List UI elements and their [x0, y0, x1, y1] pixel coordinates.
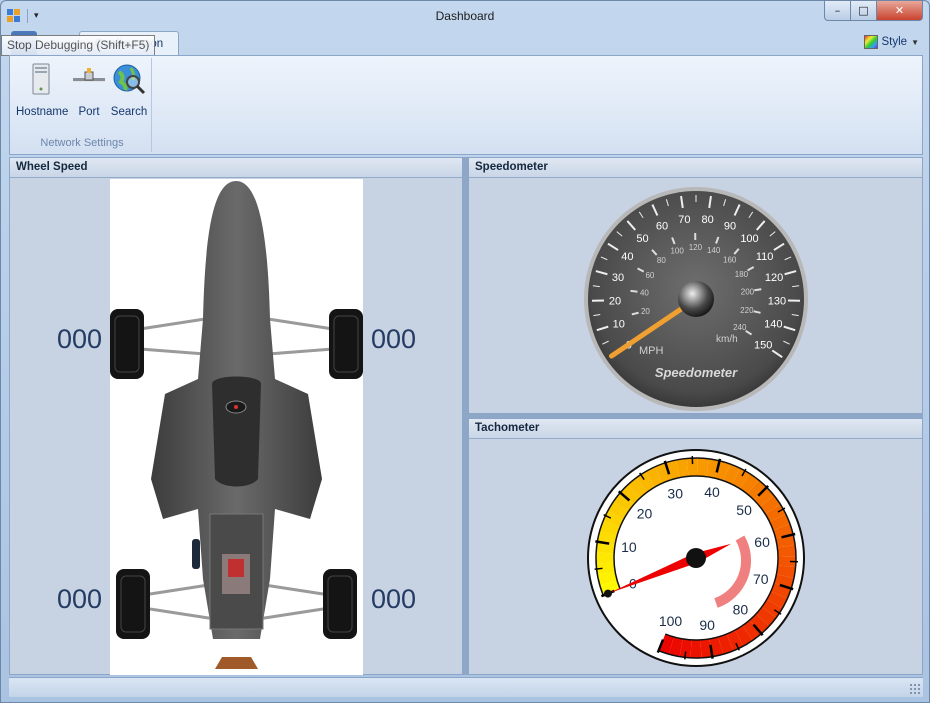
tooltip: Stop Debugging (Shift+F5) [1, 35, 156, 56]
window-controls: – □ ✕ [824, 1, 923, 21]
mph-tick-label: 100 [740, 233, 758, 245]
dashboard-window: ▾ Dashboard – □ ✕ Configuration Stop Deb… [0, 0, 930, 703]
tach-tick-label: 80 [733, 601, 749, 617]
kmh-tick-label: 60 [645, 271, 654, 280]
globe-search-icon [111, 62, 147, 98]
maximize-button[interactable]: □ [851, 1, 877, 21]
front-left-speed: 000 [57, 324, 103, 354]
kmh-tick-label: 220 [740, 306, 754, 315]
search-label: Search [110, 106, 148, 118]
ribbon-tabstrip: Configuration Stop Debugging (Shift+F5) … [1, 31, 923, 56]
kmh-tick-label: 140 [707, 246, 721, 255]
server-icon [23, 62, 59, 98]
tach-tick-label: 30 [667, 485, 683, 501]
needle-tip [603, 589, 612, 598]
kmh-tick-label: 200 [741, 287, 755, 296]
tachometer-hub [686, 548, 706, 568]
resize-grip-icon[interactable] [909, 683, 921, 695]
panel-title: Speedometer [469, 158, 922, 178]
palette-icon [863, 35, 878, 49]
mph-tick-label: 120 [765, 272, 783, 284]
kmh-unit: km/h [716, 334, 738, 345]
speedometer-panel: Speedometer 0102030405060708090100110120… [468, 157, 923, 414]
chevron-down-icon: ▼ [911, 37, 919, 47]
tach-band-segment [596, 552, 615, 564]
rear-right-speed: 000 [371, 584, 417, 614]
window-title: Dashboard [435, 9, 495, 23]
mph-unit: MPH [639, 345, 664, 357]
kmh-tick-label: 160 [723, 255, 737, 264]
mph-tick-label: 30 [612, 272, 624, 284]
kmh-tick-label: 180 [735, 270, 749, 279]
panel-title: Tachometer [469, 419, 922, 439]
tach-band-segment [690, 639, 702, 658]
tach-tick-label: 90 [699, 617, 715, 633]
hostname-label: Hostname [16, 106, 69, 118]
car-image [110, 179, 363, 675]
tach-tick-label: 70 [753, 571, 769, 587]
wheel-speed-panel: Wheel Speed 000 000 000 000 [9, 157, 463, 675]
tach-tick-label: 100 [659, 613, 683, 629]
speedometer-hub [678, 281, 714, 317]
hostname-button[interactable]: Hostname [16, 62, 69, 118]
tach-tick [594, 567, 603, 570]
kmh-tick-label: 100 [670, 247, 684, 256]
mph-tick-label: 50 [636, 233, 648, 245]
group-label: Network Settings [40, 137, 124, 149]
mph-tick-label: 40 [621, 251, 633, 263]
kmh-tick [630, 289, 638, 293]
panel-title: Wheel Speed [10, 158, 462, 178]
kmh-tick-label: 120 [689, 243, 703, 252]
kmh-tick-label: 40 [640, 289, 649, 298]
speedometer-label: Speedometer [655, 365, 738, 380]
status-bar [9, 677, 923, 697]
network-settings-group: Hostname Port Search Network Settings [12, 58, 152, 152]
title-bar: ▾ Dashboard – □ ✕ [1, 1, 929, 31]
mph-tick-label: 80 [702, 214, 714, 226]
kmh-tick-label: 20 [641, 307, 650, 316]
search-button[interactable]: Search [104, 62, 154, 118]
tach-tick [684, 651, 687, 660]
tach-tick-label: 50 [736, 502, 752, 518]
kmh-tick [754, 288, 762, 292]
tachometer-panel: Tachometer 0102030405060708090100 [468, 418, 923, 675]
mph-tick-label: 130 [768, 295, 786, 307]
minimize-button[interactable]: – [824, 1, 851, 21]
tach-tick-label: 20 [637, 506, 653, 522]
close-button[interactable]: ✕ [877, 1, 923, 21]
tach-tick-label: 60 [754, 534, 770, 550]
speedometer-gauge: 0102030405060708090100110120130140150204… [584, 187, 808, 411]
mph-tick-label: 150 [754, 339, 772, 351]
style-button[interactable]: Style ▼ [863, 35, 919, 49]
style-label: Style [881, 36, 908, 48]
tach-tick-label: 40 [704, 484, 720, 500]
tach-tick-label: 10 [621, 539, 637, 555]
mph-tick-label: 60 [656, 220, 668, 232]
front-right-speed: 000 [371, 324, 417, 354]
ribbon-panel: Hostname Port Search Network Settings [9, 55, 923, 155]
mph-tick-label: 20 [609, 295, 621, 307]
kmh-tick-label: 80 [657, 256, 666, 265]
mph-tick-label: 10 [613, 318, 625, 330]
mph-tick-label: 90 [724, 220, 736, 232]
mph-tick-label: 70 [678, 214, 690, 226]
tachometer-gauge: 0102030405060708090100 [587, 449, 805, 667]
rear-left-speed: 000 [57, 584, 103, 614]
network-port-icon [71, 62, 107, 98]
mph-tick-label: 110 [756, 251, 774, 263]
mph-tick-label: 140 [764, 318, 782, 330]
kmh-tick-label: 240 [733, 323, 747, 332]
